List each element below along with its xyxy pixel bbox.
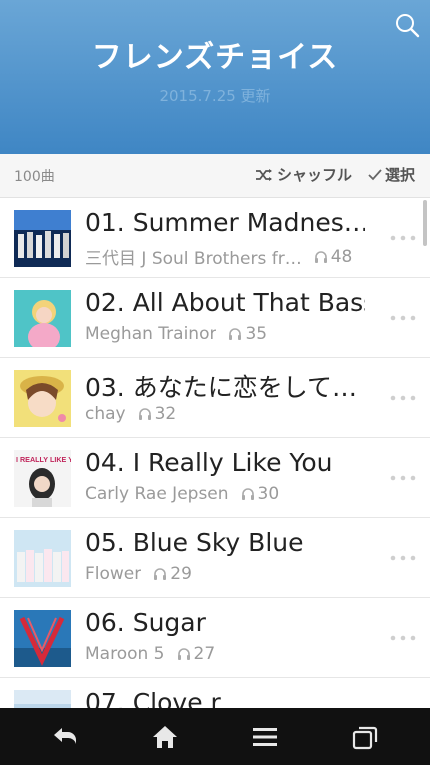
more-options-icon[interactable] bbox=[390, 635, 416, 641]
album-art: I REALLY LIKE YOU bbox=[14, 450, 71, 507]
more-options-icon[interactable] bbox=[390, 395, 416, 401]
system-navbar bbox=[0, 708, 430, 765]
album-art bbox=[14, 690, 71, 708]
track-artist: chay bbox=[85, 404, 126, 424]
track-row[interactable]: 01. Summer Madnes… 三代目 J Soul Brothers f… bbox=[0, 198, 430, 278]
more-options-icon[interactable] bbox=[390, 475, 416, 481]
headphones-icon bbox=[314, 250, 327, 263]
play-count: 29 bbox=[153, 564, 192, 584]
track-title: 06. Sugar bbox=[85, 608, 206, 637]
play-count: 27 bbox=[177, 644, 216, 664]
check-icon bbox=[368, 168, 382, 180]
play-count-value: 48 bbox=[330, 246, 353, 267]
menu-icon[interactable] bbox=[250, 722, 280, 752]
album-art bbox=[14, 530, 71, 587]
track-title: 03. あなたに恋をして… bbox=[85, 373, 357, 402]
headphones-icon bbox=[229, 328, 242, 340]
track-artist: Maroon 5 bbox=[85, 644, 165, 664]
play-count-value: 35 bbox=[245, 324, 268, 344]
track-subtitle: Flower 29 bbox=[85, 564, 192, 584]
track-row[interactable]: 02. All About That Bass Meghan Trainor 3… bbox=[0, 278, 430, 358]
track-artist: 三代目 J Soul Brothers fr… bbox=[85, 249, 302, 269]
track-row[interactable]: 07. Clove r bbox=[0, 678, 430, 708]
album-art bbox=[14, 210, 71, 267]
home-icon[interactable] bbox=[150, 722, 180, 752]
page-title: フレンズチョイス bbox=[91, 40, 339, 75]
more-options-icon[interactable] bbox=[390, 555, 416, 561]
shuffle-label: シャッフル bbox=[277, 166, 353, 184]
play-count: 32 bbox=[138, 404, 177, 424]
list-scrollbar[interactable] bbox=[423, 200, 427, 246]
shuffle-button[interactable]: シャッフル bbox=[255, 164, 352, 185]
search-icon[interactable] bbox=[394, 12, 420, 38]
shuffle-icon bbox=[256, 168, 272, 181]
track-row[interactable]: 06. Sugar Maroon 5 27 bbox=[0, 598, 430, 678]
track-row[interactable]: 05. Blue Sky Blue Flower 29 bbox=[0, 518, 430, 598]
album-art-text: I REALLY LIKE YOU bbox=[16, 455, 71, 464]
track-title: 02. All About That Bass bbox=[85, 288, 365, 317]
play-count: 30 bbox=[241, 484, 280, 504]
track-artist: Carly Rae Jepsen bbox=[85, 484, 229, 504]
track-artist: Meghan Trainor bbox=[85, 324, 217, 344]
back-icon[interactable] bbox=[50, 722, 80, 752]
list-toolbar: 100曲 シャッフル 選択 bbox=[0, 154, 430, 198]
select-button[interactable]: 選択 bbox=[368, 164, 415, 185]
track-subtitle: Maroon 5 27 bbox=[85, 644, 215, 664]
track-title: 05. Blue Sky Blue bbox=[85, 528, 304, 557]
track-subtitle: Meghan Trainor 35 bbox=[85, 324, 267, 344]
album-art bbox=[14, 290, 71, 347]
recent-apps-icon[interactable] bbox=[350, 722, 380, 752]
track-title: 07. Clove r bbox=[85, 688, 221, 708]
play-count-value: 30 bbox=[257, 484, 280, 504]
track-artist: Flower bbox=[85, 564, 142, 584]
updated-date: 2015.7.25 更新 bbox=[159, 87, 271, 105]
album-art bbox=[14, 370, 71, 427]
headphones-icon bbox=[138, 408, 151, 420]
track-title: 01. Summer Madnes… bbox=[85, 208, 365, 237]
track-list: 01. Summer Madnes… 三代目 J Soul Brothers f… bbox=[0, 198, 430, 708]
more-options-icon[interactable] bbox=[390, 235, 416, 241]
select-label: 選択 bbox=[385, 166, 416, 184]
play-count: 48 bbox=[314, 246, 353, 267]
play-count-value: 27 bbox=[193, 644, 216, 664]
playlist-header: フレンズチョイス 2015.7.25 更新 bbox=[0, 0, 430, 154]
track-row[interactable]: I REALLY LIKE YOU 04. I Really Like You … bbox=[0, 438, 430, 518]
play-count: 35 bbox=[228, 324, 267, 344]
album-art bbox=[14, 610, 71, 667]
headphones-icon bbox=[241, 488, 254, 500]
headphones-icon bbox=[177, 648, 190, 660]
track-title: 04. I Really Like You bbox=[85, 448, 333, 477]
play-count-value: 29 bbox=[170, 564, 192, 584]
play-count-value: 32 bbox=[154, 404, 177, 424]
track-count: 100曲 bbox=[14, 169, 55, 185]
track-row[interactable]: 03. あなたに恋をして… chay 32 bbox=[0, 358, 430, 438]
more-options-icon[interactable] bbox=[390, 315, 416, 321]
track-subtitle: Carly Rae Jepsen 30 bbox=[85, 484, 279, 504]
headphones-icon bbox=[154, 568, 167, 580]
track-subtitle: chay 32 bbox=[85, 404, 176, 424]
track-subtitle: 三代目 J Soul Brothers fr… 48 bbox=[85, 244, 353, 270]
